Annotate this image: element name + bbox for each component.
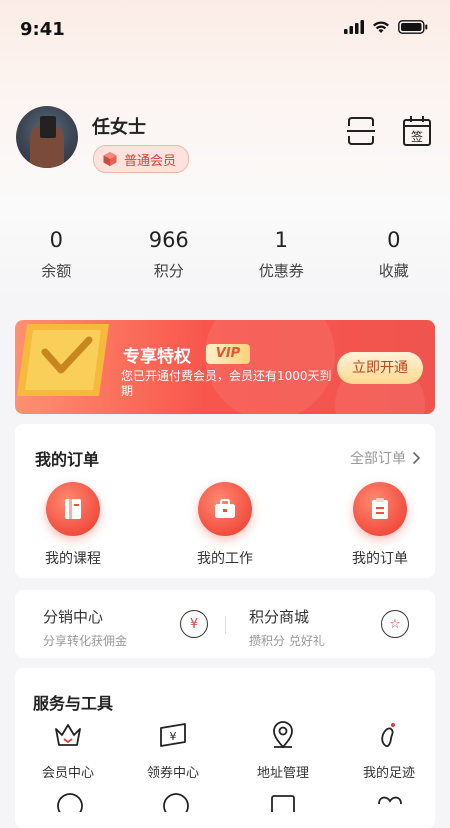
member-level-badge[interactable]: 普通会员 bbox=[93, 145, 189, 173]
location-icon bbox=[268, 720, 298, 750]
service-label: 领券中心 bbox=[123, 762, 223, 781]
order-item-label: 我的工作 bbox=[170, 548, 280, 568]
yen-icon[interactable]: ¥ bbox=[180, 610, 208, 638]
stat-coupons[interactable]: 1 优惠券 bbox=[225, 226, 338, 281]
orders-card: 我的订单 全部订单 我的课程 我的工作 bbox=[15, 424, 435, 578]
book-icon bbox=[46, 482, 100, 536]
activate-vip-button[interactable]: 立即开通 bbox=[337, 352, 423, 384]
stat-balance[interactable]: 0 余额 bbox=[0, 226, 113, 281]
promo-card: 分销中心 分享转化获佣金 ¥ 积分商城 攒积分 兑好礼 ☆ bbox=[15, 590, 435, 658]
username: 任女士 bbox=[92, 113, 146, 139]
service-address-management[interactable]: 地址管理 bbox=[233, 720, 333, 781]
service-label: 地址管理 bbox=[233, 762, 333, 781]
vip-title: 专享特权 bbox=[123, 342, 191, 367]
service-row2-icon[interactable] bbox=[55, 792, 85, 812]
service-member-center[interactable]: 会员中心 bbox=[18, 720, 118, 781]
chevron-right-icon bbox=[412, 451, 421, 465]
sign-in-calendar-icon[interactable]: 签 bbox=[401, 114, 433, 148]
stat-label: 积分 bbox=[113, 260, 226, 281]
stat-favorites[interactable]: 0 收藏 bbox=[338, 226, 450, 281]
status-icons bbox=[344, 20, 428, 34]
wifi-icon bbox=[372, 20, 390, 34]
order-item-label: 我的订单 bbox=[325, 548, 435, 568]
vip-description: 您已开通付费会员，会员还有1000天到期 bbox=[121, 369, 341, 399]
service-row2-icon[interactable] bbox=[375, 792, 405, 812]
stat-value: 0 bbox=[0, 226, 113, 254]
crown-icon bbox=[53, 720, 83, 750]
distribution-subtitle: 分享转化获佣金 bbox=[43, 632, 127, 649]
stat-label: 余额 bbox=[0, 260, 113, 281]
status-bar: 9:41 bbox=[0, 0, 450, 60]
stats-row: 0 余额 966 积分 1 优惠券 0 收藏 bbox=[0, 226, 450, 281]
service-my-footprint[interactable]: 我的足迹 bbox=[339, 720, 439, 781]
vip-emblem-icon bbox=[17, 320, 113, 400]
banner-decoration bbox=[205, 320, 335, 414]
status-time: 9:41 bbox=[20, 19, 65, 40]
all-orders-link[interactable]: 全部订单 bbox=[350, 448, 421, 468]
points-mall-subtitle: 攒积分 兑好礼 bbox=[249, 632, 325, 649]
service-label: 会员中心 bbox=[18, 762, 118, 781]
points-mall[interactable]: 积分商城 攒积分 兑好礼 bbox=[249, 606, 325, 649]
clipboard-icon bbox=[353, 482, 407, 536]
avatar-book bbox=[40, 116, 56, 138]
all-orders-label: 全部订单 bbox=[350, 448, 406, 468]
stat-points[interactable]: 966 积分 bbox=[113, 226, 226, 281]
stat-label: 优惠券 bbox=[225, 260, 338, 281]
service-label: 我的足迹 bbox=[339, 762, 439, 781]
services-card: 服务与工具 会员中心 ¥ 领券中心 地址管理 我的足迹 bbox=[15, 668, 435, 828]
svg-text:签: 签 bbox=[411, 129, 423, 144]
order-item-orders[interactable]: 我的订单 bbox=[325, 482, 435, 568]
avatar[interactable] bbox=[16, 106, 78, 168]
service-row2-icon[interactable] bbox=[268, 792, 298, 812]
briefcase-icon bbox=[198, 482, 252, 536]
points-mall-title: 积分商城 bbox=[249, 606, 325, 627]
star-icon[interactable]: ☆ bbox=[381, 610, 409, 638]
divider bbox=[225, 616, 226, 634]
orders-title: 我的订单 bbox=[35, 446, 99, 470]
distribution-center[interactable]: 分销中心 分享转化获佣金 bbox=[43, 606, 127, 649]
service-coupon-center[interactable]: ¥ 领券中心 bbox=[123, 720, 223, 781]
stat-value: 0 bbox=[338, 226, 450, 254]
member-level-label: 普通会员 bbox=[124, 150, 176, 169]
signal-icon bbox=[344, 20, 364, 34]
order-item-label: 我的课程 bbox=[18, 548, 128, 568]
vip-tag: VIP bbox=[206, 344, 250, 364]
order-item-courses[interactable]: 我的课程 bbox=[18, 482, 128, 568]
services-title: 服务与工具 bbox=[33, 690, 113, 714]
svg-text:¥: ¥ bbox=[170, 730, 177, 743]
stat-label: 收藏 bbox=[338, 260, 450, 281]
service-row2-icon[interactable] bbox=[161, 792, 191, 812]
footprint-icon bbox=[374, 720, 404, 750]
scan-icon[interactable] bbox=[345, 114, 377, 148]
order-item-work[interactable]: 我的工作 bbox=[170, 482, 280, 568]
distribution-title: 分销中心 bbox=[43, 606, 127, 627]
stat-value: 966 bbox=[113, 226, 226, 254]
stat-value: 1 bbox=[225, 226, 338, 254]
member-gem-icon bbox=[102, 151, 118, 167]
coupon-icon: ¥ bbox=[158, 720, 188, 750]
battery-icon bbox=[398, 20, 428, 34]
vip-banner[interactable]: 专享特权 VIP 您已开通付费会员，会员还有1000天到期 立即开通 bbox=[15, 320, 435, 414]
